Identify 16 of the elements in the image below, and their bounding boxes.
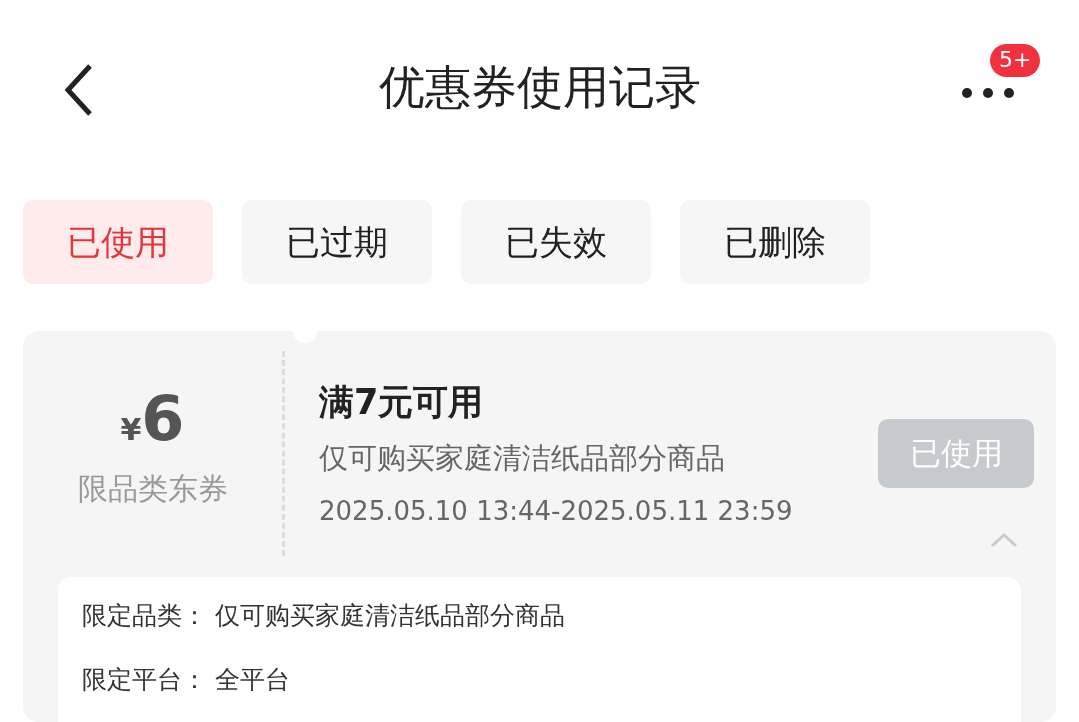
filter-tab[interactable]: 已失效 [461,200,651,284]
detail-value: 仅可购买家庭清洁纸品部分商品 [215,600,565,632]
currency-symbol: ¥ [120,411,142,449]
coupon-scope: 仅可购买家庭清洁纸品部分商品 [319,439,725,477]
filter-tab[interactable]: 已使用 [23,200,213,284]
coupon-condition: 满7元可用 [319,381,484,424]
coupon-type: 限品类东券 [77,469,228,508]
filter-tab[interactable]: 已删除 [680,200,870,284]
detail-label: 限定品类： [82,600,207,632]
notification-badge: 5+ [990,44,1041,77]
filter-tab[interactable]: 已过期 [242,200,432,284]
validity-period: 2025.05.10 13:44-2025.05.11 23:59 [319,495,793,528]
page-title: 优惠券使用记录 [378,60,701,116]
detail-label: 限定平台： [82,663,207,696]
coupon-amount: 6 [141,387,185,450]
detail-value: 全平台 [215,663,290,696]
